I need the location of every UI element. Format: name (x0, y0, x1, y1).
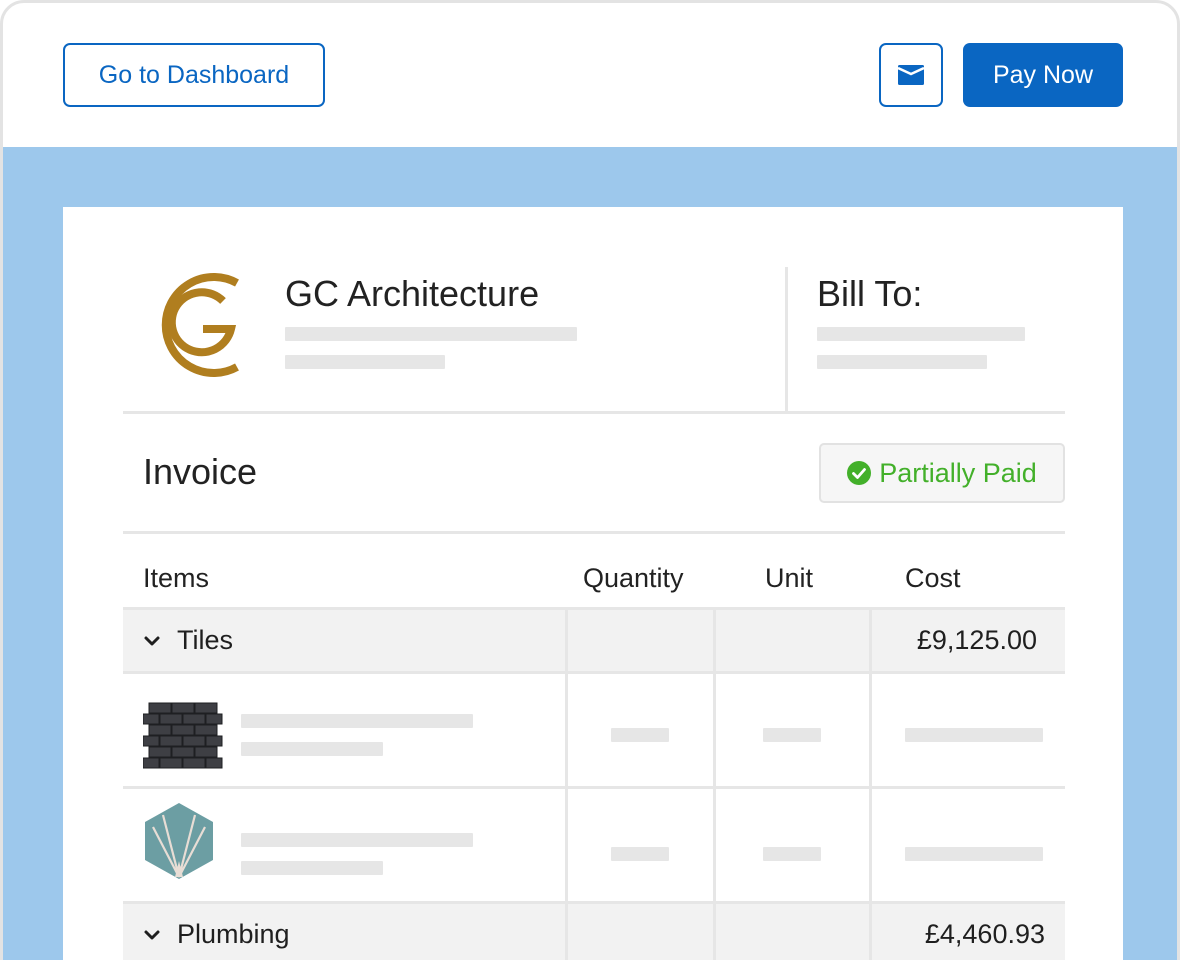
divider (123, 531, 1065, 534)
column-divider (713, 904, 716, 960)
chevron-down-icon[interactable] (143, 634, 161, 648)
group-label: Plumbing (177, 919, 290, 949)
company-address-placeholder (285, 327, 577, 341)
app-window: Go to Dashboard Pay Now GC Architecture … (0, 0, 1180, 960)
column-divider (565, 674, 568, 786)
envelope-icon (898, 65, 924, 85)
invoice-title: Invoice (143, 451, 258, 492)
group-cost: £4,460.93 (924, 919, 1045, 949)
quantity-placeholder (611, 847, 669, 861)
gc-monogram-logo (161, 273, 239, 377)
company-name: GC Architecture (285, 273, 540, 314)
unit-placeholder (763, 728, 821, 742)
column-divider (713, 610, 716, 671)
chevron-down-icon[interactable] (143, 928, 161, 942)
invoice-card: GC Architecture Bill To: Invoice Partial… (63, 207, 1123, 960)
divider (123, 411, 1065, 414)
item-desc-placeholder (241, 742, 383, 756)
dark-brick-tile-thumbnail (143, 702, 223, 769)
go-to-dashboard-button[interactable]: Go to Dashboard (63, 43, 325, 107)
column-header-items: Items (143, 563, 210, 593)
column-divider (869, 610, 872, 671)
item-desc-placeholder (241, 861, 383, 875)
company-address-placeholder (285, 355, 445, 369)
status-badge: Partially Paid (819, 443, 1065, 503)
cost-placeholder (905, 847, 1043, 861)
column-divider (869, 789, 872, 901)
status-text: Partially Paid (879, 457, 1037, 488)
table-row[interactable] (123, 789, 1065, 901)
column-divider (565, 789, 568, 901)
group-row-tiles[interactable]: Tiles £9,125.00 (123, 610, 1065, 671)
bill-to-placeholder (817, 355, 987, 369)
column-divider (869, 674, 872, 786)
group-label: Tiles (177, 625, 234, 655)
hexagon-tile-thumbnail (145, 803, 213, 879)
item-name-placeholder (241, 833, 473, 847)
header-divider (785, 267, 788, 413)
check-circle-icon (847, 461, 872, 485)
column-header-cost: Cost (905, 563, 961, 593)
group-cost: £9,125.00 (916, 625, 1037, 655)
column-divider (713, 789, 716, 901)
cost-placeholder (905, 728, 1043, 742)
quantity-placeholder (611, 728, 669, 742)
column-divider (565, 904, 568, 960)
unit-placeholder (763, 847, 821, 861)
table-row[interactable] (123, 674, 1065, 786)
email-invoice-button[interactable] (879, 43, 943, 107)
column-header-unit: Unit (765, 563, 814, 593)
column-divider (565, 610, 568, 671)
top-toolbar: Go to Dashboard Pay Now (3, 3, 1177, 147)
column-divider (713, 674, 716, 786)
item-name-placeholder (241, 714, 473, 728)
bill-to-placeholder (817, 327, 1025, 341)
pay-now-button[interactable]: Pay Now (963, 43, 1123, 107)
bill-to-label: Bill To: (817, 273, 923, 314)
group-row-plumbing[interactable]: Plumbing £4,460.93 (123, 904, 1065, 960)
column-header-quantity: Quantity (583, 563, 684, 593)
column-divider (869, 904, 872, 960)
